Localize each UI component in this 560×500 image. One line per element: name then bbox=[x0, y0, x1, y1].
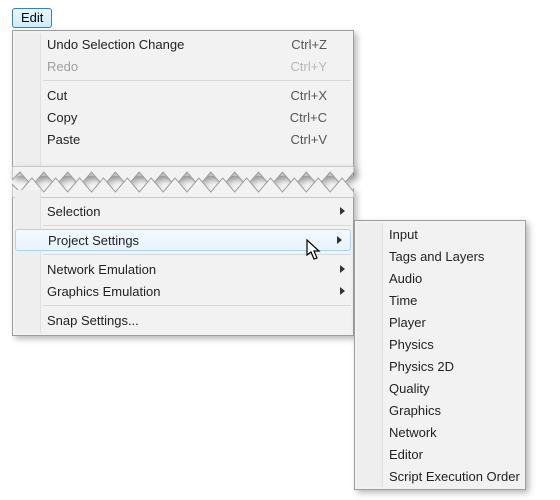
menu-item-label: Copy bbox=[47, 110, 254, 125]
menu-item-label: Selection bbox=[47, 204, 327, 219]
submenu-item-time[interactable]: Time bbox=[355, 289, 525, 311]
menu-item-undo[interactable]: Undo Selection Change Ctrl+Z bbox=[13, 33, 353, 55]
chevron-right-icon bbox=[340, 207, 345, 215]
menu-item-label: Physics 2D bbox=[389, 359, 511, 374]
menu-item-network-emulation[interactable]: Network Emulation bbox=[13, 258, 353, 280]
menu-item-label: Cut bbox=[47, 88, 255, 103]
submenu-item-quality[interactable]: Quality bbox=[355, 377, 525, 399]
menu-item-project-settings[interactable]: Project Settings bbox=[15, 229, 351, 251]
edit-menu-lower-fragment: Selection Project Settings Network Emula… bbox=[12, 188, 354, 336]
submenu-item-network[interactable]: Network bbox=[355, 421, 525, 443]
submenu-item-player[interactable]: Player bbox=[355, 311, 525, 333]
menu-item-label: Audio bbox=[389, 271, 511, 286]
submenu-item-physics-2d[interactable]: Physics 2D bbox=[355, 355, 525, 377]
submenu-item-audio[interactable]: Audio bbox=[355, 267, 525, 289]
submenu-item-script-execution-order[interactable]: Script Execution Order bbox=[355, 465, 525, 487]
menu-item-label: Snap Settings... bbox=[47, 313, 327, 328]
edit-menu-button[interactable]: Edit bbox=[12, 8, 52, 28]
menu-item-copy[interactable]: Copy Ctrl+C bbox=[13, 106, 353, 128]
menu-item-label: Input bbox=[389, 227, 511, 242]
menu-separator bbox=[43, 254, 351, 255]
menu-item-label: Editor bbox=[389, 447, 511, 462]
menu-item-label: Graphics bbox=[389, 403, 511, 418]
project-settings-submenu: Input Tags and Layers Audio Time Player … bbox=[354, 220, 526, 490]
menu-item-label: Network Emulation bbox=[47, 262, 327, 277]
submenu-item-physics[interactable]: Physics bbox=[355, 333, 525, 355]
menu-item-label: Redo bbox=[47, 59, 255, 74]
menu-item-shortcut: Ctrl+V bbox=[291, 132, 327, 147]
menu-item-shortcut: Ctrl+X bbox=[291, 88, 327, 103]
menu-item-shortcut: Ctrl+C bbox=[290, 110, 327, 125]
menu-item-redo: Redo Ctrl+Y bbox=[13, 55, 353, 77]
menu-item-label: Tags and Layers bbox=[389, 249, 511, 264]
menu-item-label: Script Execution Order bbox=[389, 469, 520, 484]
chevron-right-icon bbox=[337, 236, 342, 244]
menu-item-selection[interactable]: Selection bbox=[13, 200, 353, 222]
submenu-item-tags-and-layers[interactable]: Tags and Layers bbox=[355, 245, 525, 267]
submenu-item-editor[interactable]: Editor bbox=[355, 443, 525, 465]
menu-item-shortcut: Ctrl+Y bbox=[291, 59, 327, 74]
menu-item-snap-settings[interactable]: Snap Settings... bbox=[13, 309, 353, 331]
menu-item-label: Paste bbox=[47, 132, 255, 147]
menu-item-label: Project Settings bbox=[48, 233, 326, 248]
menu-item-label: Graphics Emulation bbox=[47, 284, 327, 299]
menu-item-label: Quality bbox=[389, 381, 511, 396]
submenu-item-graphics[interactable]: Graphics bbox=[355, 399, 525, 421]
edit-menu-top-fragment: Undo Selection Change Ctrl+Z Redo Ctrl+Y… bbox=[12, 30, 354, 176]
chevron-right-icon bbox=[340, 265, 345, 273]
submenu-item-input[interactable]: Input bbox=[355, 223, 525, 245]
menu-item-label: Time bbox=[389, 293, 511, 308]
menu-separator bbox=[43, 225, 351, 226]
menu-separator bbox=[43, 80, 351, 81]
menu-item-paste[interactable]: Paste Ctrl+V bbox=[13, 128, 353, 150]
menu-separator bbox=[43, 305, 351, 306]
menu-item-cut[interactable]: Cut Ctrl+X bbox=[13, 84, 353, 106]
menu-item-label: Player bbox=[389, 315, 511, 330]
chevron-right-icon bbox=[340, 287, 345, 295]
menu-item-shortcut: Ctrl+Z bbox=[291, 37, 327, 52]
menu-item-label: Network bbox=[389, 425, 511, 440]
torn-edge-bottom bbox=[12, 166, 354, 190]
menu-item-label: Physics bbox=[389, 337, 511, 352]
menu-item-label: Undo Selection Change bbox=[47, 37, 255, 52]
menu-item-graphics-emulation[interactable]: Graphics Emulation bbox=[13, 280, 353, 302]
